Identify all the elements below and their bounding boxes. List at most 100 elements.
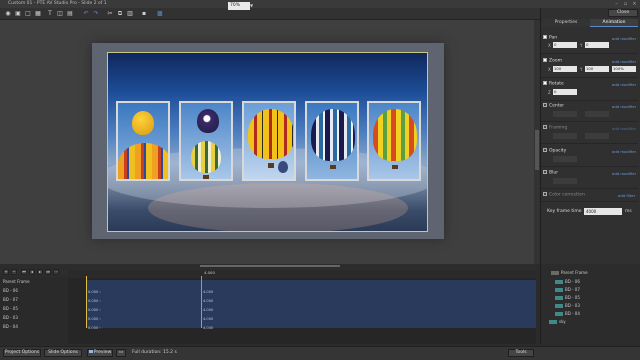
framing-x-field[interactable] bbox=[553, 133, 577, 139]
timeline-row-name[interactable]: BD - 06 bbox=[3, 288, 18, 293]
zoom-input[interactable]: 70% bbox=[228, 2, 250, 10]
object-tree-item[interactable]: sky bbox=[549, 319, 566, 324]
last-keyframe-icon[interactable]: ⏭ bbox=[45, 269, 51, 275]
opacity-field[interactable] bbox=[553, 156, 577, 162]
keyframe-time[interactable]: 4.000 bbox=[203, 299, 213, 303]
add-modifier-link[interactable]: add modifier bbox=[612, 82, 636, 87]
object-tree-item[interactable]: BD - 04 bbox=[555, 311, 580, 316]
blur-checkbox[interactable] bbox=[543, 170, 547, 174]
close-button[interactable]: Close bbox=[608, 9, 638, 17]
keyframe-time[interactable]: 0.000 › bbox=[88, 308, 101, 312]
keyframe-time[interactable]: 4.000 bbox=[203, 326, 213, 330]
keyframe-track[interactable]: 0.000 › 4.000 0.000 › 4.000 0.000 › 4.00… bbox=[86, 280, 536, 330]
framing-y-field[interactable] bbox=[585, 133, 609, 139]
paste-icon[interactable]: ▥ bbox=[126, 10, 134, 18]
photo-bd-03[interactable] bbox=[305, 101, 359, 181]
mask-icon[interactable]: ◫ bbox=[56, 10, 64, 18]
delete-icon[interactable]: ▪ bbox=[140, 10, 148, 18]
object-tree-item[interactable]: BD - 03 bbox=[555, 303, 580, 308]
opacity-checkbox[interactable] bbox=[543, 148, 547, 152]
add-image-icon[interactable]: ▣ bbox=[14, 10, 22, 18]
chevron-down-icon[interactable]: ▼ bbox=[250, 2, 256, 10]
maximize-icon[interactable]: ▫ bbox=[621, 0, 630, 8]
rotate-checkbox[interactable] bbox=[543, 81, 547, 85]
project-options-button[interactable]: Project Options bbox=[3, 349, 41, 357]
center-section[interactable]: Center bbox=[543, 103, 564, 109]
color-correction-checkbox[interactable] bbox=[543, 192, 547, 196]
video-icon[interactable]: ▦ bbox=[34, 10, 42, 18]
eye-icon[interactable]: ◉ bbox=[4, 10, 12, 18]
timeline-row-name[interactable]: BD - 07 bbox=[3, 297, 18, 302]
rotate-z-field[interactable]: 0 bbox=[553, 89, 577, 95]
center-y-field[interactable] bbox=[585, 111, 609, 117]
keyframe-time[interactable]: 4.000 bbox=[203, 317, 213, 321]
undo-icon[interactable]: ↶ bbox=[82, 10, 90, 18]
color-correction-section[interactable]: Color correction bbox=[543, 192, 585, 198]
center-x-field[interactable] bbox=[553, 111, 577, 117]
timeline-row-name[interactable]: BD - 04 bbox=[3, 324, 18, 329]
grid-icon[interactable]: ▩ bbox=[156, 10, 164, 18]
zoom-percent-field[interactable]: 100% bbox=[612, 66, 636, 72]
timeline-row-name[interactable]: BD - 03 bbox=[3, 315, 18, 320]
add-modifier-link[interactable]: add modifier bbox=[612, 171, 636, 176]
zoom-section[interactable]: Zoom bbox=[543, 58, 562, 64]
monitor-icon[interactable]: ▭ bbox=[116, 349, 126, 357]
gradient-icon[interactable]: ▤ bbox=[66, 10, 74, 18]
first-keyframe-icon[interactable]: ⏮ bbox=[21, 269, 27, 275]
timeline-ruler[interactable]: 4.000 bbox=[68, 270, 536, 276]
opacity-section[interactable]: Opacity bbox=[543, 148, 566, 154]
rotate-section[interactable]: Rotate bbox=[543, 81, 564, 87]
keyframe-time[interactable]: 4.000 bbox=[203, 308, 213, 312]
keyframe-time[interactable]: 4.000 bbox=[203, 290, 213, 294]
center-checkbox[interactable] bbox=[543, 103, 547, 107]
keyframe-time[interactable]: 0.000 › bbox=[88, 290, 101, 294]
add-modifier-link[interactable]: add modifier bbox=[612, 126, 636, 131]
add-text-icon[interactable]: T bbox=[46, 10, 54, 18]
timeline-area[interactable]: 0.000 › 4.000 0.000 › 4.000 0.000 › 4.00… bbox=[68, 278, 536, 344]
framing-section[interactable]: Framing bbox=[543, 125, 567, 131]
add-modifier-link[interactable]: add modifier bbox=[612, 104, 636, 109]
tab-properties[interactable]: Properties bbox=[542, 19, 590, 27]
photo-bd-07[interactable] bbox=[179, 101, 233, 181]
add-modifier-link[interactable]: add modifier bbox=[612, 59, 636, 64]
framing-checkbox[interactable] bbox=[543, 125, 547, 129]
zoom-checkbox[interactable] bbox=[543, 58, 547, 62]
pan-checkbox[interactable] bbox=[543, 35, 547, 39]
remove-keyframe-icon[interactable]: − bbox=[11, 269, 17, 275]
next-keyframe-icon[interactable]: ▸ bbox=[37, 269, 43, 275]
pan-x-field[interactable]: 0 bbox=[553, 42, 577, 48]
add-filter-link[interactable]: add filter bbox=[618, 193, 635, 198]
tab-animation[interactable]: Animation bbox=[590, 19, 638, 27]
timeline-row-name[interactable]: BD - 05 bbox=[3, 306, 18, 311]
pan-section[interactable]: Pan bbox=[543, 35, 557, 41]
add-modifier-link[interactable]: add modifier bbox=[612, 149, 636, 154]
zoom-x-field[interactable]: 100 bbox=[553, 66, 577, 72]
copy-icon[interactable]: ⧉ bbox=[116, 10, 124, 18]
object-tree-item[interactable]: BD - 05 bbox=[555, 295, 580, 300]
photo-bd-06[interactable] bbox=[116, 101, 170, 181]
keyframe-marker[interactable] bbox=[201, 276, 202, 328]
slide-options-button[interactable]: Slide Options bbox=[44, 349, 82, 357]
add-modifier-link[interactable]: add modifier bbox=[612, 36, 636, 41]
cut-icon[interactable]: ✂ bbox=[106, 10, 114, 18]
redo-icon[interactable]: ↷ bbox=[92, 10, 100, 18]
object-tree-item[interactable]: Parent Frame bbox=[551, 270, 588, 275]
prev-keyframe-icon[interactable]: ◂ bbox=[29, 269, 35, 275]
keyframe-time[interactable]: 0.000 › bbox=[88, 317, 101, 321]
keyframe-time[interactable]: 0.000 › bbox=[88, 299, 101, 303]
frame-icon[interactable]: □ bbox=[24, 10, 32, 18]
photo-bd-05[interactable] bbox=[242, 101, 296, 181]
keyframe-time[interactable]: 0.000 › bbox=[88, 326, 101, 330]
keyframe-options-icon[interactable]: ⋯ bbox=[53, 269, 59, 275]
blur-section[interactable]: Blur bbox=[543, 170, 558, 176]
zoom-y-field[interactable]: 100 bbox=[585, 66, 609, 72]
tools-button[interactable]: Tools bbox=[508, 349, 534, 357]
timeline-row-name[interactable]: Parent Frame bbox=[3, 279, 30, 284]
preview-button[interactable]: Preview bbox=[87, 349, 113, 357]
object-tree-item[interactable]: BD - 06 bbox=[555, 279, 580, 284]
photo-bd-04[interactable] bbox=[367, 101, 421, 181]
slide-canvas[interactable] bbox=[107, 52, 428, 232]
close-window-icon[interactable]: × bbox=[630, 0, 639, 8]
minimize-icon[interactable]: – bbox=[612, 0, 621, 8]
blur-field[interactable] bbox=[553, 178, 577, 184]
